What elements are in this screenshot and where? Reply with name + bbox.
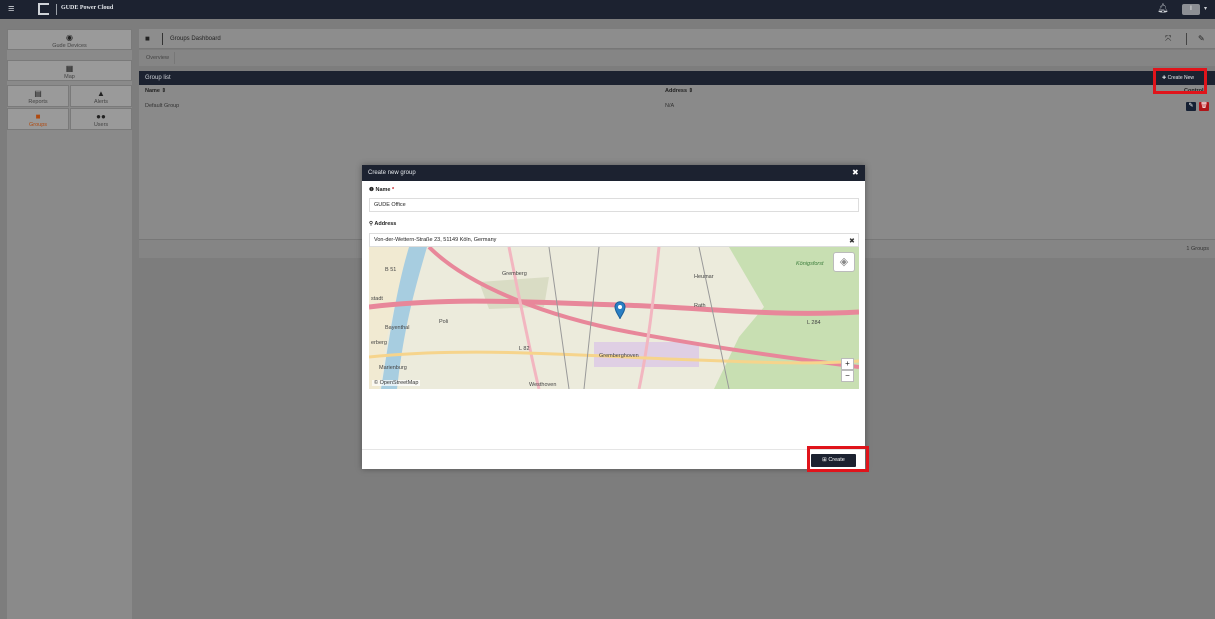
name-label-text: Name: [375, 187, 391, 193]
caret-down-icon[interactable]: ▾: [1204, 5, 1207, 12]
required-mark: *: [391, 187, 395, 193]
close-icon[interactable]: ✖: [852, 168, 859, 177]
logo-divider: [56, 4, 57, 15]
briefcase-icon: ■: [35, 112, 41, 121]
sidebar-item-map[interactable]: ▦ Map: [7, 60, 132, 81]
sidebar-item-users[interactable]: ●● Users: [70, 108, 132, 130]
brand-title: GUDE Power Cloud: [61, 5, 114, 11]
map-tiles: [369, 247, 859, 389]
header-divider: [162, 33, 163, 45]
sidebar-item-label: Map: [64, 74, 75, 80]
map-label: Bayenthal: [385, 325, 410, 331]
zoom-out-button[interactable]: −: [841, 370, 854, 382]
map-label: Königsforst: [796, 261, 824, 267]
map-icon: ▦: [65, 64, 74, 73]
sidebar-item-label: Users: [93, 122, 109, 128]
create-group-modal: Create new group ✖ ❶ Name * ⚲ Address ✖ …: [362, 165, 865, 469]
sidebar-item-label: Gude Devices: [52, 43, 87, 49]
group-count: 1 Groups: [1186, 246, 1209, 252]
users-icon: ●●: [96, 112, 106, 121]
map-label: L 284: [807, 320, 821, 326]
row-address: N/A: [665, 103, 675, 109]
address-label-text: Address: [374, 221, 397, 227]
report-icon: ▤: [34, 89, 42, 98]
user-menu-button[interactable]: I: [1182, 4, 1200, 15]
map-label: Gremberg: [502, 271, 527, 277]
device-icon: ◉: [66, 33, 73, 42]
map-label: stadt: [371, 296, 383, 302]
top-bar: ≡ GUDE Power Cloud 🔔︎ I ▾: [0, 0, 1215, 19]
map-view[interactable]: Gremberg Poli Bayenthal Marienburg Westh…: [369, 247, 859, 389]
column-header-address[interactable]: Address ⇕: [665, 88, 693, 94]
page-title: Groups Dashboard: [170, 36, 221, 42]
map-label: B 51: [385, 267, 397, 273]
create-button-highlight: [807, 446, 869, 472]
header-divider: [1186, 33, 1187, 45]
briefcase-icon: ■: [145, 34, 150, 43]
group-list-title: Group list: [145, 75, 171, 81]
map-label: L 82: [519, 346, 530, 352]
modal-header: Create new group ✖: [362, 165, 865, 181]
map-label: erberg: [371, 340, 387, 346]
hamburger-menu-icon[interactable]: ≡: [8, 3, 14, 15]
delete-group-button[interactable]: 🗑︎: [1199, 102, 1209, 111]
sidebar-item-label: Groups: [28, 122, 48, 128]
address-label: ⚲ Address: [369, 221, 396, 227]
map-label: Westhoven: [529, 382, 557, 388]
map-layers-icon[interactable]: ◈: [833, 252, 855, 272]
map-label: Poli: [439, 319, 449, 325]
sidebar-item-alerts[interactable]: ▲ Alerts: [70, 85, 132, 107]
expand-icon[interactable]: ⤧: [1165, 34, 1171, 44]
modal-footer: [362, 449, 865, 469]
bell-icon: ▲: [97, 89, 105, 98]
map-label: Rath: [694, 303, 706, 309]
clear-address-icon[interactable]: ✖: [849, 237, 855, 245]
notifications-bell-icon[interactable]: 🔔︎: [1157, 3, 1168, 14]
column-header-name[interactable]: Name ⇕: [145, 88, 166, 94]
map-attribution[interactable]: © OpenStreetMap: [372, 380, 421, 386]
sidebar: ◉ Gude Devices ▦ Map ▤ Reports ▲ Alerts …: [7, 29, 132, 619]
tab-bar: Overview: [139, 50, 1215, 66]
modal-title: Create new group: [368, 170, 416, 176]
row-name: Default Group: [145, 103, 180, 109]
gude-logo-icon: [38, 3, 49, 15]
sidebar-item-gude-devices[interactable]: ◉ Gude Devices: [7, 29, 132, 50]
group-list-header: Group list ✚ Create New: [139, 71, 1215, 85]
map-label: Gremberghoven: [599, 353, 639, 359]
address-input[interactable]: [369, 233, 859, 247]
pencil-icon[interactable]: ✎: [1198, 34, 1205, 43]
sidebar-item-label: Alerts: [93, 99, 109, 105]
sidebar-item-label: Reports: [28, 99, 48, 105]
name-label: ❶ Name *: [369, 187, 394, 193]
map-label: Marienburg: [379, 365, 407, 371]
sidebar-item-groups[interactable]: ■ Groups: [7, 108, 69, 130]
page-header: ■ Groups Dashboard ⤧ ✎: [139, 29, 1215, 49]
sidebar-item-reports[interactable]: ▤ Reports: [7, 85, 69, 107]
edit-group-button[interactable]: ✎: [1186, 102, 1196, 111]
map-label: Heumar: [694, 274, 714, 280]
create-new-highlight: [1153, 68, 1207, 94]
zoom-in-button[interactable]: +: [841, 358, 854, 370]
name-input[interactable]: [369, 198, 859, 212]
tab-overview[interactable]: Overview: [141, 52, 175, 64]
